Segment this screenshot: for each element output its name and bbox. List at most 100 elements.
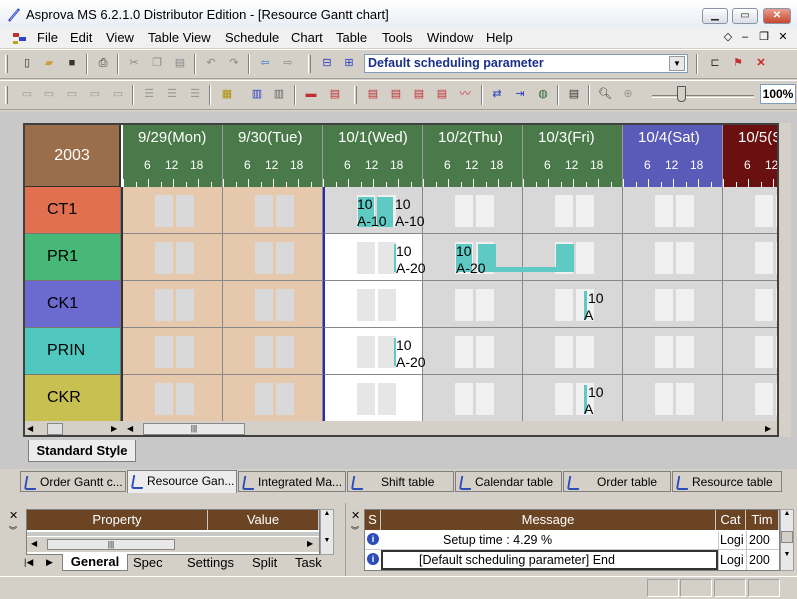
tab-resource-gantt[interactable]: Resource Gan...: [127, 470, 237, 493]
maximize-button[interactable]: ▭: [732, 8, 758, 24]
scroll-up-icon[interactable]: ▲: [781, 510, 793, 517]
globe-icon[interactable]: ◍: [534, 85, 552, 103]
property-grid[interactable]: Property Value ◀ ||| ▶: [26, 509, 320, 555]
cut-icon[interactable]: ✂: [125, 54, 143, 72]
gantt-cell[interactable]: [623, 375, 723, 422]
gantt-cell[interactable]: [723, 281, 777, 328]
gantt-cell[interactable]: [423, 375, 523, 422]
resource-ct1[interactable]: CT1: [25, 187, 121, 234]
gantt-cell[interactable]: [523, 187, 623, 234]
gantt-view-4-icon[interactable]: ▤: [433, 85, 451, 103]
gantt-cell[interactable]: [223, 187, 323, 234]
save-icon[interactable]: ■: [63, 54, 81, 72]
scroll-right-icon[interactable]: ▶: [111, 424, 117, 433]
pin-icon[interactable]: ◇: [720, 30, 736, 45]
gantt-grid[interactable]: 10 A-10 10 A-10 10 A-20 10 A-20 10 A 10 A-20 10 A: [123, 187, 777, 422]
gantt-cell[interactable]: [723, 375, 777, 422]
gantt-cell[interactable]: [323, 375, 423, 422]
table-icon[interactable]: ▤: [565, 85, 583, 103]
tab-task[interactable]: Task: [295, 554, 322, 571]
mdi-close-button[interactable]: ✕: [775, 30, 791, 45]
property-row[interactable]: [27, 532, 319, 536]
scroll-left-icon[interactable]: ◀: [27, 424, 33, 433]
flag-icon[interactable]: ⚑: [729, 54, 747, 72]
property-column-header[interactable]: Property: [27, 510, 208, 530]
scroll-right-icon[interactable]: ▶: [765, 424, 771, 433]
gantt-cell[interactable]: [123, 375, 223, 422]
hierarchy-icon[interactable]: ⊏: [706, 54, 724, 72]
menu-view[interactable]: View: [105, 29, 135, 47]
message-list[interactable]: S Message Cat Tim i Setup time : 4.29 % …: [364, 509, 780, 571]
gantt-scrollbar[interactable]: ◀ ||| ▶: [123, 421, 777, 435]
tab-general[interactable]: General: [62, 554, 128, 571]
gantt-cell[interactable]: [223, 234, 323, 281]
open-folder-icon[interactable]: ▰: [40, 54, 58, 72]
delete-icon[interactable]: ✕: [752, 54, 770, 72]
operation-bar[interactable]: [496, 267, 556, 272]
copy-icon[interactable]: ❐: [148, 54, 166, 72]
layout-4-icon[interactable]: ▭: [86, 85, 104, 103]
paste-icon[interactable]: ▤: [171, 54, 189, 72]
color-legend-icon[interactable]: ▤: [326, 85, 344, 103]
tab-standard-style[interactable]: Standard Style: [28, 440, 136, 462]
tab-integrated-master[interactable]: Integrated Ma...: [238, 471, 346, 492]
gantt-cell[interactable]: [723, 234, 777, 281]
time-column-header[interactable]: Tim: [746, 510, 779, 530]
zoom-slider-thumb[interactable]: [677, 86, 686, 102]
gantt-cell[interactable]: [223, 281, 323, 328]
gantt-cell[interactable]: [323, 281, 423, 328]
resource-prin[interactable]: PRIN: [25, 328, 121, 375]
toolbar-grip[interactable]: [354, 86, 357, 104]
close-icon[interactable]: ✕: [9, 509, 18, 522]
chevron-down-icon[interactable]: ︾: [9, 525, 17, 536]
message-column-header[interactable]: Message: [381, 510, 716, 530]
chevron-down-icon[interactable]: ︾: [351, 525, 359, 536]
chevron-down-icon[interactable]: ▼: [669, 56, 685, 71]
tab-scroll-right-icon[interactable]: ▶: [46, 554, 58, 570]
scroll-left-icon[interactable]: ◀: [31, 539, 37, 548]
parameter-import-icon[interactable]: ⊟: [318, 54, 336, 72]
zoom-level[interactable]: 100%: [760, 84, 796, 104]
back-arrow-icon[interactable]: ⇦: [256, 54, 274, 72]
gantt-cell[interactable]: [423, 328, 523, 375]
load-chart-icon[interactable]: ▥: [270, 85, 288, 103]
menu-table[interactable]: Table: [335, 29, 368, 47]
menu-chart[interactable]: Chart: [290, 29, 324, 47]
layout-5-icon[interactable]: ▭: [109, 85, 127, 103]
tab-settings[interactable]: Settings: [187, 554, 234, 571]
menu-schedule[interactable]: Schedule: [224, 29, 280, 47]
gantt-cell[interactable]: [123, 187, 223, 234]
scroll-thumb[interactable]: [47, 423, 63, 435]
value-column-header[interactable]: Value: [208, 510, 319, 530]
gantt-cell[interactable]: [123, 234, 223, 281]
gantt-view-2-icon[interactable]: ▤: [387, 85, 405, 103]
undo-icon[interactable]: ↶: [202, 54, 220, 72]
bar-chart-icon[interactable]: ▥: [248, 85, 266, 103]
tab-order-gantt[interactable]: Order Gantt c...: [20, 471, 126, 492]
zoom-out-icon[interactable]: ⊕: [619, 85, 637, 103]
zoom-in-icon[interactable]: 🔍︎: [596, 85, 614, 103]
resource-ck1[interactable]: CK1: [25, 281, 121, 328]
gantt-cell[interactable]: [523, 375, 623, 422]
scroll-down-icon[interactable]: ▼: [781, 551, 793, 558]
color-by-icon[interactable]: ▬: [302, 85, 320, 103]
layout-3-icon[interactable]: ▭: [63, 85, 81, 103]
scroll-thumb[interactable]: [781, 531, 793, 543]
swap-icon[interactable]: ⇄: [488, 85, 506, 103]
property-v-scrollbar[interactable]: ▲ ▼: [320, 509, 334, 555]
rows-3-icon[interactable]: ☰: [186, 85, 204, 103]
rows-1-icon[interactable]: ☰: [140, 85, 158, 103]
property-h-scrollbar[interactable]: ◀ ||| ▶: [27, 537, 319, 552]
tab-scroll-left-icon[interactable]: |◀: [24, 554, 38, 570]
gantt-view-5-icon[interactable]: 〰: [456, 85, 474, 103]
rows-2-icon[interactable]: ☰: [163, 85, 181, 103]
zoom-slider-track[interactable]: [652, 95, 754, 98]
new-file-icon[interactable]: ▯: [18, 54, 36, 72]
gantt-cell[interactable]: [223, 328, 323, 375]
jump-icon[interactable]: ⇥: [511, 85, 529, 103]
menu-edit[interactable]: Edit: [69, 29, 93, 47]
scroll-up-icon[interactable]: ▲: [321, 510, 333, 517]
parameter-tree-icon[interactable]: ⊞: [340, 54, 358, 72]
forward-arrow-icon[interactable]: ⇨: [279, 54, 297, 72]
vertical-scrollbar[interactable]: [779, 123, 791, 437]
